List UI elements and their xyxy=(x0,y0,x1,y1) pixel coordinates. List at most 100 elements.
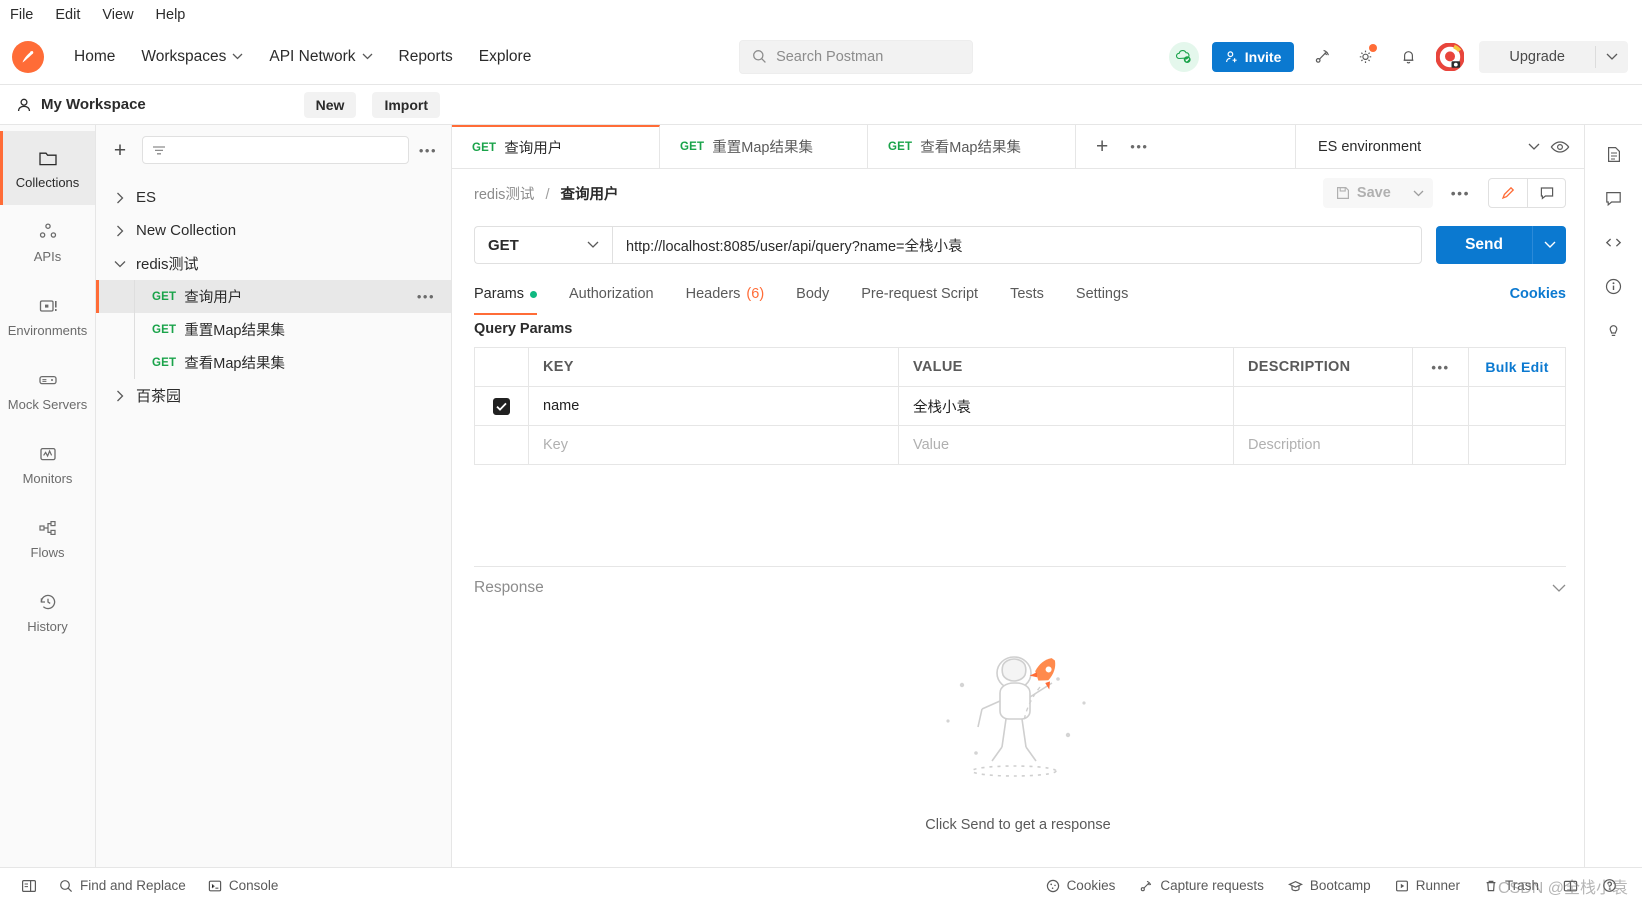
code-icon[interactable] xyxy=(1597,225,1631,259)
nav-workspaces[interactable]: Workspaces xyxy=(129,42,255,72)
empty-description-input[interactable]: Description xyxy=(1234,426,1413,464)
menu-item-file[interactable]: File xyxy=(10,7,33,23)
param-enabled-checkbox[interactable] xyxy=(493,397,510,415)
tab-pre-request-script[interactable]: Pre-request Script xyxy=(845,273,994,315)
environment-selector[interactable]: ES environment xyxy=(1295,125,1584,168)
param-value[interactable]: 全栈小袁 xyxy=(899,387,1234,425)
table-row-empty[interactable]: Key Value Description xyxy=(475,426,1565,465)
response-pane: Response Click Send to get a response xyxy=(452,567,1584,867)
empty-key-input[interactable]: Key xyxy=(529,426,899,464)
help-icon[interactable] xyxy=(1591,873,1628,899)
sidebar-item-collections[interactable]: Collections xyxy=(0,131,95,205)
tab-authorization[interactable]: Authorization xyxy=(553,273,670,315)
tab-method-label: GET xyxy=(888,140,913,153)
breadcrumb-collection[interactable]: redis测试 xyxy=(474,187,534,203)
tab-tests[interactable]: Tests xyxy=(994,273,1060,315)
cookies-button[interactable]: Cookies xyxy=(1035,873,1127,899)
tab-body[interactable]: Body xyxy=(780,273,845,315)
new-tab-plus-icon[interactable]: + xyxy=(1096,136,1108,157)
nav-workspaces-label: Workspaces xyxy=(141,47,227,65)
save-button[interactable]: Save xyxy=(1323,185,1404,201)
satellite-icon[interactable] xyxy=(1307,42,1337,72)
collections-more-options-icon[interactable]: ••• xyxy=(419,143,437,158)
param-key[interactable]: name xyxy=(529,387,899,425)
bulk-edit-button[interactable]: Bulk Edit xyxy=(1469,348,1565,386)
sidebar-item-apis[interactable]: APIs xyxy=(0,205,95,279)
tab-reset-map[interactable]: GET 重置Map结果集 xyxy=(660,125,868,168)
lightbulb-icon[interactable] xyxy=(1597,313,1631,347)
nav-explore[interactable]: Explore xyxy=(467,42,544,72)
bell-icon[interactable] xyxy=(1393,42,1423,72)
cloud-sync-ok-icon[interactable] xyxy=(1168,41,1199,72)
tabs-more-options-icon[interactable]: ••• xyxy=(1130,139,1148,154)
console-button[interactable]: Console xyxy=(197,873,290,899)
collection-node-baichayuan[interactable]: 百茶园 xyxy=(96,379,451,412)
nav-api-network[interactable]: API Network xyxy=(257,42,384,72)
user-avatar[interactable] xyxy=(1436,42,1465,71)
nav-reports[interactable]: Reports xyxy=(387,42,465,72)
comment-icon[interactable] xyxy=(1597,181,1631,215)
sidebar-label-environments: Environments xyxy=(7,322,88,338)
collections-filter-input[interactable] xyxy=(142,136,409,164)
sidebar-item-history[interactable]: History xyxy=(0,575,95,649)
collection-node-es[interactable]: ES xyxy=(96,181,451,214)
gear-icon[interactable] xyxy=(1350,42,1380,72)
nav-home[interactable]: Home xyxy=(62,42,127,72)
collection-label: New Collection xyxy=(136,222,237,239)
sidebar-item-environments[interactable]: Environments xyxy=(0,279,95,353)
save-chevron-down-icon[interactable] xyxy=(1404,190,1433,197)
send-chevron-down-icon[interactable] xyxy=(1532,226,1566,264)
url-input[interactable]: http://localhost:8085/user/api/query?nam… xyxy=(612,226,1423,264)
tab-view-map[interactable]: GET 查看Map结果集 xyxy=(868,125,1076,168)
param-description[interactable] xyxy=(1234,387,1413,425)
request-node-view-map[interactable]: GET 查看Map结果集 xyxy=(96,346,451,379)
method-selector[interactable]: GET xyxy=(474,226,612,264)
request-more-options-icon[interactable]: ••• xyxy=(417,289,435,304)
sidebar-toggle-icon[interactable] xyxy=(10,873,48,899)
table-row[interactable]: name 全栈小袁 xyxy=(475,387,1565,426)
bootcamp-button[interactable]: Bootcamp xyxy=(1277,873,1382,899)
import-button[interactable]: Import xyxy=(372,91,440,118)
request-node-query-user[interactable]: GET 查询用户 ••• xyxy=(96,280,451,313)
eye-icon[interactable] xyxy=(1550,140,1570,154)
info-icon[interactable] xyxy=(1597,269,1631,303)
postman-logo-icon[interactable] xyxy=(12,40,44,73)
sidebar-item-monitors[interactable]: Monitors xyxy=(0,427,95,501)
runner-button[interactable]: Runner xyxy=(1384,873,1471,899)
chevron-down-icon xyxy=(232,53,243,60)
trash-button[interactable]: Trash xyxy=(1473,873,1550,899)
empty-value-input[interactable]: Value xyxy=(899,426,1234,464)
response-collapse-chevron-down-icon[interactable] xyxy=(1552,584,1566,593)
collection-node-new-collection[interactable]: New Collection xyxy=(96,214,451,247)
plus-icon[interactable]: + xyxy=(108,138,132,162)
invite-button[interactable]: Invite xyxy=(1211,41,1295,72)
new-button[interactable]: New xyxy=(303,91,357,118)
cookies-link[interactable]: Cookies xyxy=(1510,286,1566,302)
chevron-down-icon[interactable] xyxy=(1528,143,1540,151)
menu-item-edit[interactable]: Edit xyxy=(55,7,80,23)
capture-requests-button[interactable]: Capture requests xyxy=(1128,873,1275,899)
tab-headers[interactable]: Headers (6) xyxy=(670,273,781,315)
tab-params[interactable]: Params xyxy=(474,273,553,315)
pencil-icon[interactable] xyxy=(1489,179,1527,207)
tab-query-user[interactable]: GET 查询用户 xyxy=(452,125,660,168)
view-mode-group xyxy=(1488,178,1566,208)
params-more-options-icon[interactable]: ••• xyxy=(1413,348,1469,386)
sidebar-item-mock-servers[interactable]: Mock Servers xyxy=(0,353,95,427)
tab-settings[interactable]: Settings xyxy=(1060,273,1144,315)
sidebar-label-flows: Flows xyxy=(30,544,65,560)
menu-item-help[interactable]: Help xyxy=(156,7,186,23)
upgrade-menu-chevron-down-icon[interactable] xyxy=(1596,53,1628,61)
find-and-replace-button[interactable]: Find and Replace xyxy=(48,873,197,899)
menu-item-view[interactable]: View xyxy=(102,7,133,23)
send-button[interactable]: Send xyxy=(1436,226,1532,264)
request-more-options-icon[interactable]: ••• xyxy=(1451,185,1470,201)
sidebar-item-flows[interactable]: Flows xyxy=(0,501,95,575)
document-icon[interactable] xyxy=(1597,137,1631,171)
upgrade-button[interactable]: Upgrade xyxy=(1479,49,1595,65)
request-node-reset-map[interactable]: GET 重置Map结果集 xyxy=(96,313,451,346)
collection-node-redis[interactable]: redis测试 xyxy=(96,247,451,280)
layout-panes-icon[interactable] xyxy=(1552,873,1589,899)
comment-icon[interactable] xyxy=(1527,179,1565,207)
search-input[interactable]: Search Postman xyxy=(739,39,974,74)
